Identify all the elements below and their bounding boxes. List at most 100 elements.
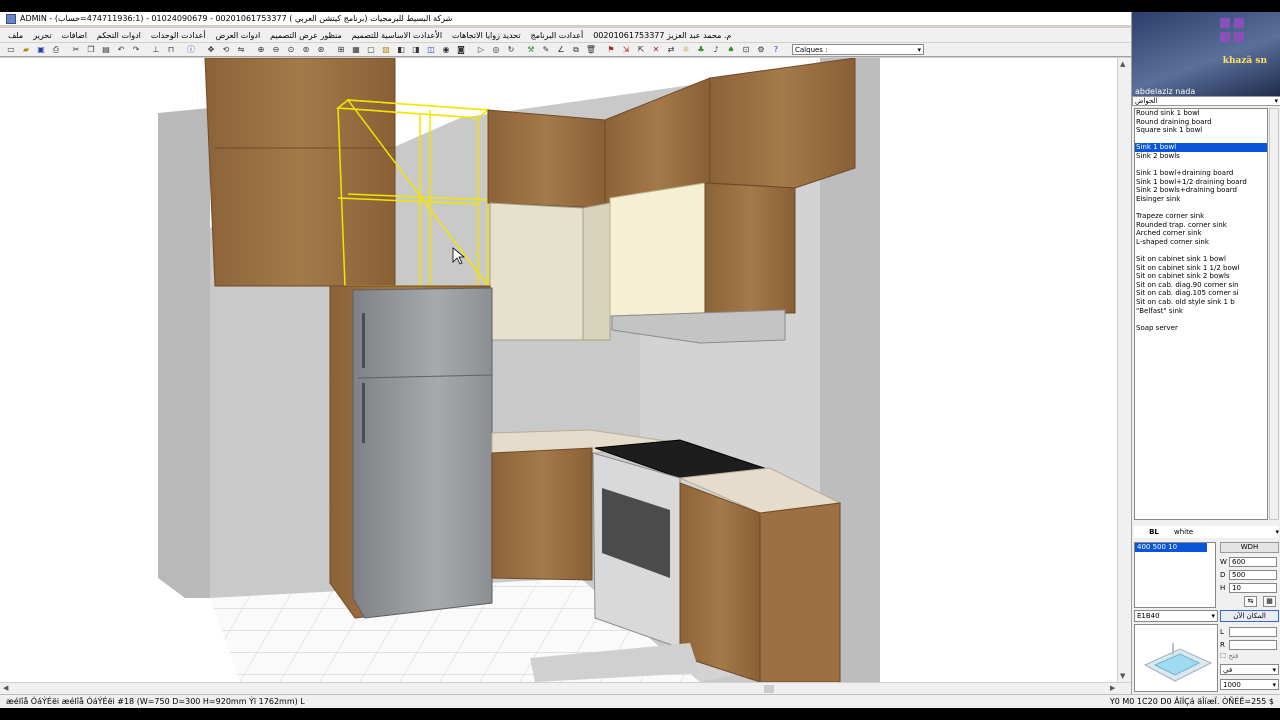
tools-icon[interactable]: ⚒ xyxy=(524,44,538,56)
side-dropdown[interactable]: في ▾ xyxy=(1220,664,1279,675)
save-icon[interactable]: ▣ xyxy=(34,44,48,56)
sink-list-item[interactable]: Eisinger sink xyxy=(1135,195,1267,204)
sink-list-item[interactable]: Rounded trap. corner sink xyxy=(1135,221,1267,230)
viewport-vertical-scrollbar[interactable]: ▲ ▼ xyxy=(1117,58,1131,682)
sink-list-item[interactable]: Round draining board xyxy=(1135,118,1267,127)
sink-list-item[interactable]: Sit on cabinet sink 1 1/2 bowl xyxy=(1135,264,1267,273)
menu-direction-angles[interactable]: تحديد زوايا الاتجاهات xyxy=(452,31,521,40)
zoom-in-icon[interactable]: ⊕ xyxy=(254,44,268,56)
cut-icon[interactable]: ✂ xyxy=(69,44,83,56)
menu-edit[interactable]: تحرير xyxy=(33,31,51,40)
camera-icon[interactable]: ◉ xyxy=(439,44,453,56)
sink-list-item[interactable]: Square sink 1 bowl xyxy=(1135,126,1267,135)
cabinet-icon[interactable]: ▨ xyxy=(379,44,393,56)
mirror-icon[interactable]: ⇋ xyxy=(234,44,248,56)
menu-basic-design-settings[interactable]: الأعدادت الاساسية للتصميم xyxy=(352,31,442,40)
wdh-button[interactable]: WDH xyxy=(1220,542,1279,553)
link-icon[interactable]: ⇄ xyxy=(664,44,678,56)
light-icon[interactable]: ☼ xyxy=(679,44,693,56)
menu-unit-settings[interactable]: أعدادت الوحدات xyxy=(151,31,206,40)
angle-icon[interactable]: ∠ xyxy=(554,44,568,56)
sink-list-item[interactable]: Sink 1 bowl+draining board xyxy=(1135,169,1267,178)
open-checkbox[interactable]: ☐ فتح xyxy=(1220,652,1239,660)
object-library-icon[interactable]: ♠ xyxy=(724,44,738,56)
depth-input[interactable] xyxy=(1229,569,1277,580)
zoom-window-icon[interactable]: ⊙ xyxy=(284,44,298,56)
sink-list-item[interactable]: Sink 2 bowls xyxy=(1135,152,1267,161)
view-3d-icon[interactable]: ◫ xyxy=(424,44,438,56)
redo-icon[interactable]: ↷ xyxy=(129,44,143,56)
menu-control-tools[interactable]: ادوات التحكم xyxy=(97,31,141,40)
render-icon[interactable]: ◙ xyxy=(454,44,468,56)
info-icon[interactable]: ⓘ xyxy=(184,44,198,56)
frame-icon[interactable]: ⊡ xyxy=(739,44,753,56)
tree-icon[interactable]: ♣ xyxy=(694,44,708,56)
sink-list-item[interactable]: Sink 2 bowls+draining board xyxy=(1135,186,1267,195)
grid-icon[interactable]: ▦ xyxy=(349,44,363,56)
print-icon[interactable]: ⎙ xyxy=(49,44,63,56)
eye-icon[interactable]: ◎ xyxy=(489,44,503,56)
paint-icon[interactable]: ✎ xyxy=(539,44,553,56)
align-icon[interactable]: ⊥ xyxy=(149,44,163,56)
menu-design-perspective[interactable]: منظور عرض التصميم xyxy=(270,31,342,40)
view-front-icon[interactable]: ◧ xyxy=(394,44,408,56)
wall-icon[interactable]: ▢ xyxy=(364,44,378,56)
copy-object-icon[interactable]: ⧉ xyxy=(569,44,583,56)
measure-icon[interactable]: ⊓ xyxy=(164,44,178,56)
undo-icon[interactable]: ↶ xyxy=(114,44,128,56)
zoom-out-icon[interactable]: ⊖ xyxy=(269,44,283,56)
cancel-icon[interactable]: ✕ xyxy=(649,44,663,56)
item-code-dropdown[interactable]: E1B40 ▾ xyxy=(1134,610,1218,622)
menu-additions[interactable]: اضافات xyxy=(62,31,87,40)
move-icon[interactable]: ✥ xyxy=(204,44,218,56)
sound-icon[interactable]: ♪ xyxy=(709,44,723,56)
plan-view-icon[interactable]: ⊞ xyxy=(334,44,348,56)
settings-icon[interactable]: ⚙ xyxy=(754,44,768,56)
sink-list-item[interactable]: Soap server xyxy=(1135,324,1267,333)
height-input[interactable] xyxy=(1229,582,1277,593)
catalog-category-dropdown[interactable]: الحواض ▾ xyxy=(1132,96,1280,106)
menu-view-tools[interactable]: ادوات العرض xyxy=(216,31,261,40)
scroll-down-icon[interactable]: ▼ xyxy=(1120,672,1125,680)
dimension-preset-item[interactable]: 400 500 10 xyxy=(1135,543,1207,552)
3d-viewport[interactable] xyxy=(0,58,1117,682)
dimension-preset-list[interactable]: 400 500 10 xyxy=(1134,542,1216,608)
zoom-extents-icon[interactable]: ⊛ xyxy=(314,44,328,56)
sink-list-item[interactable]: Arched corner sink xyxy=(1135,229,1267,238)
rotate-icon[interactable]: ⟲ xyxy=(219,44,233,56)
sink-list-item[interactable]: Sit on cab. diag.90 corner sin xyxy=(1135,281,1267,290)
sink-list-item[interactable]: Sit on cabinet sink 2 bowls xyxy=(1135,272,1267,281)
scroll-right-icon[interactable]: ▶ xyxy=(1110,684,1115,692)
sink-list-item[interactable]: Sink 1 bowl xyxy=(1135,143,1267,152)
width-input[interactable] xyxy=(1229,556,1277,567)
sink-list-item[interactable]: L-shaped corner sink xyxy=(1135,238,1267,247)
kitchen-3d-render[interactable] xyxy=(0,58,1117,682)
swap-icon[interactable]: ⇆ xyxy=(1244,596,1257,607)
scroll-up-icon[interactable]: ▲ xyxy=(1120,60,1125,68)
sink-list-scrollbar[interactable] xyxy=(1269,108,1279,520)
material-row[interactable]: BL white ▾ xyxy=(1134,526,1279,538)
sink-list-item[interactable]: Sink 1 bowl+1/2 draining board xyxy=(1135,178,1267,187)
menu-program-settings[interactable]: أعدادت البرنامج xyxy=(531,31,584,40)
sink-list-item[interactable]: Round sink 1 bowl xyxy=(1135,109,1267,118)
right-input[interactable] xyxy=(1229,639,1277,650)
new-file-icon[interactable]: ▭ xyxy=(4,44,18,56)
delete-icon[interactable]: 🗑 xyxy=(584,44,598,56)
size-dropdown[interactable]: 1000 ▾ xyxy=(1220,679,1279,690)
copy-icon[interactable]: ❐ xyxy=(84,44,98,56)
place-now-button[interactable]: المكان الآن xyxy=(1220,610,1279,622)
menu-file[interactable]: ملف xyxy=(8,31,23,40)
calculator-icon[interactable]: ▦ xyxy=(1263,596,1276,607)
export-icon[interactable]: ⇲ xyxy=(619,44,633,56)
paste-icon[interactable]: ▤ xyxy=(99,44,113,56)
refresh-icon[interactable]: ↻ xyxy=(504,44,518,56)
flag-icon[interactable]: ⚑ xyxy=(604,44,618,56)
sink-list-item[interactable]: Sit on cabinet sink 1 bowl xyxy=(1135,255,1267,264)
horizontal-scroll-thumb[interactable] xyxy=(764,685,774,693)
sink-list-item[interactable]: Sit on cab. diag.105 corner si xyxy=(1135,289,1267,298)
layers-dropdown[interactable]: Calques : ▾ xyxy=(792,44,924,55)
sink-list-item[interactable]: "Belfast" sink xyxy=(1135,307,1267,316)
help-icon[interactable]: ? xyxy=(769,44,783,56)
play-icon[interactable]: ▷ xyxy=(474,44,488,56)
sink-list-item[interactable]: Trapeze corner sink xyxy=(1135,212,1267,221)
